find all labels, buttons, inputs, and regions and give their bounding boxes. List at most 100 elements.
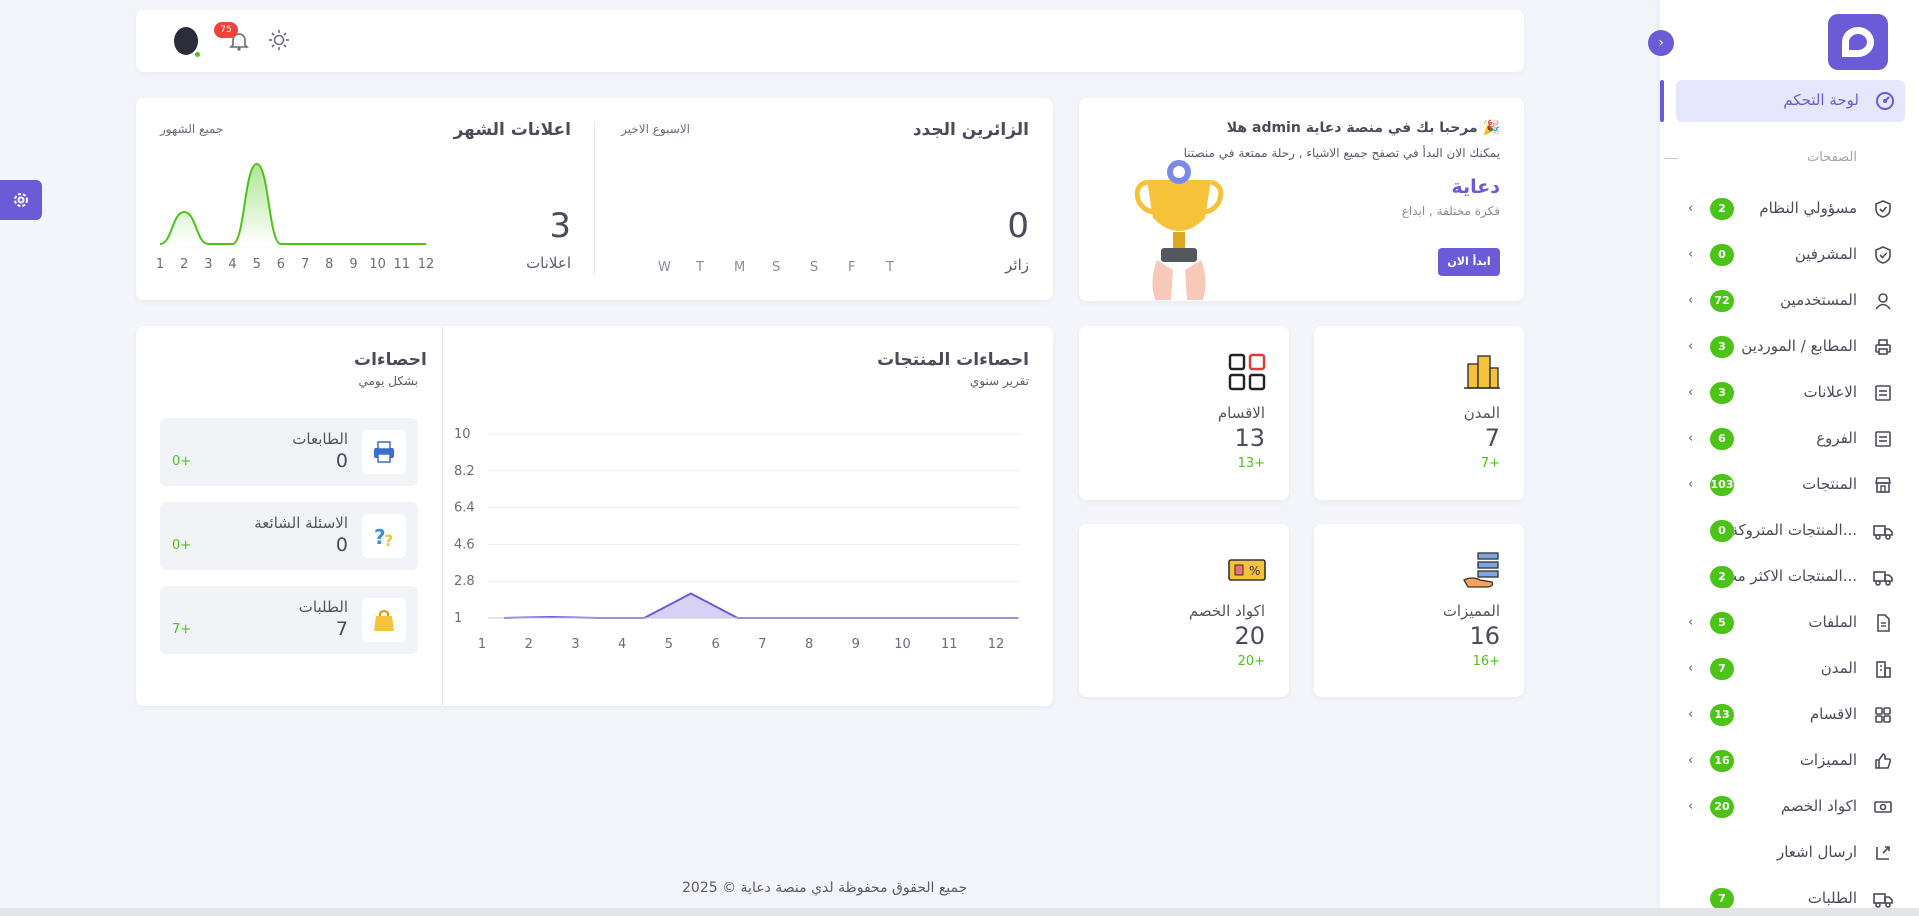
x-tick-label: 11	[394, 257, 411, 272]
sidebar-collapse-button[interactable]: ›	[1648, 30, 1674, 56]
start-now-button[interactable]: ابدأ الان	[1438, 248, 1500, 276]
sidebar-item-label: المنتجات الاكثر مب...	[1722, 567, 1857, 585]
x-tick-label: 6	[711, 637, 719, 652]
visitors-unit: زائر	[1005, 256, 1029, 274]
monthly-ads-title: اعلانات الشهر	[453, 120, 571, 140]
chevron-left-icon: ‹	[1688, 799, 1694, 814]
sidebar-item[interactable]: المنتجات المتروكة... 0	[1660, 515, 1919, 547]
sidebar-item-label: المنتجات المتروكة...	[1730, 521, 1857, 539]
daily-stat-label: الطابعات	[292, 430, 348, 448]
stat-label: الاقسام	[1217, 404, 1265, 422]
dashboard-icon	[1876, 92, 1894, 110]
sidebar-item[interactable]: ارسال اشعار	[1660, 837, 1919, 869]
x-tick-label: 3	[204, 257, 212, 272]
sidebar-item[interactable]: الملفات 5 ‹	[1660, 607, 1919, 639]
printer-icon	[1875, 339, 1891, 355]
store-icon	[1875, 477, 1891, 493]
sidebar-item[interactable]: الاقسام 13 ‹	[1660, 699, 1919, 731]
stat-delta: 7+	[1480, 456, 1500, 471]
thumbs-up-icon	[1875, 753, 1892, 769]
y-tick-label: 10	[454, 427, 471, 442]
weekday-label: M	[734, 260, 746, 275]
sidebar-item[interactable]: المشرفين 0 ‹	[1660, 239, 1919, 271]
settings-button[interactable]	[0, 180, 42, 220]
card-divider	[594, 122, 595, 274]
y-tick-label: 6.4	[454, 501, 475, 516]
sidebar-item[interactable]: مسؤولي النظام 2 ‹	[1660, 193, 1919, 225]
count-badge: 0	[1710, 520, 1734, 542]
count-badge: 6	[1710, 428, 1734, 450]
sidebar-item[interactable]: المميزات 16 ‹	[1660, 745, 1919, 777]
sidebar-item[interactable]: المنتجات 103 ‹	[1660, 469, 1919, 501]
sidebar-item[interactable]: الفروع 6 ‹	[1660, 423, 1919, 455]
visitors-title: الزائرين الجدد	[912, 120, 1029, 140]
x-tick-label: 4	[618, 637, 626, 652]
count-badge: 103	[1710, 474, 1734, 496]
daily-stat-row: الطلبات 7 7+	[160, 586, 418, 654]
series-line	[503, 592, 1018, 619]
daily-stat-label: الاسئلة الشائعة	[254, 514, 348, 532]
sidebar-item[interactable]: اكواد الخصم 20 ‹	[1660, 791, 1919, 823]
count-badge: 20	[1710, 796, 1734, 818]
stat-card: المميزات 16 16+	[1314, 524, 1524, 697]
x-tick-label: 3	[571, 637, 579, 652]
sun-icon[interactable]	[268, 29, 290, 51]
grid-icon	[1875, 707, 1891, 723]
sidebar-item[interactable]: المطابع / الموردين 3 ‹	[1660, 331, 1919, 363]
series-line	[159, 162, 426, 245]
icon-tile	[362, 598, 406, 642]
stat-value: 16	[1469, 622, 1500, 650]
monthly-ads-period: جميع الشهور	[160, 122, 224, 136]
welcome-card: هلا admin مرحبا بك في منصة دعاية 🎉 يمكنك…	[1079, 98, 1524, 301]
sidebar-item[interactable]: المنتجات الاكثر مب... 2	[1660, 561, 1919, 593]
x-tick-label: 8	[805, 637, 813, 652]
stat-card: % اكواد الخصم 20 20+	[1079, 524, 1289, 697]
printer-icon	[374, 441, 394, 463]
x-tick-label: 4	[228, 257, 236, 272]
file-icon	[1877, 614, 1890, 632]
x-tick-label: 9	[852, 637, 860, 652]
sidebar-item-label: المنتجات	[1802, 475, 1857, 493]
x-tick-label: 6	[277, 257, 285, 272]
daily-stats-title: احصاءات	[354, 350, 427, 370]
x-tick-label: 9	[349, 257, 357, 272]
bottom-scrollbar[interactable]	[0, 908, 1919, 916]
sidebar-item[interactable]: المستخدمين 72 ‹	[1660, 285, 1919, 317]
sidebar-item-label: الاعلانات	[1803, 383, 1858, 401]
notification-badge: 75	[214, 22, 238, 38]
monthly-ads-value: 3	[549, 206, 571, 246]
count-badge: 7	[1710, 658, 1734, 680]
sidebar-item-label: الاقسام	[1809, 705, 1857, 723]
online-status-dot	[193, 50, 202, 59]
ticket-icon	[1874, 801, 1892, 813]
svg-text:?: ?	[384, 531, 393, 550]
chevron-left-icon: ‹	[1688, 201, 1694, 216]
stat-label: المميزات	[1442, 602, 1500, 620]
x-tick-label: 12	[988, 637, 1005, 652]
stat-value: 20	[1234, 622, 1265, 650]
sidebar-item-label: مسؤولي النظام	[1759, 199, 1857, 217]
count-badge: 7	[1710, 888, 1734, 910]
building-icon	[1876, 661, 1891, 678]
sidebar-item[interactable]: الاعلانات 3 ‹	[1660, 377, 1919, 409]
sidebar-item[interactable]: المدن 7 ‹	[1660, 653, 1919, 685]
product-stats-chart: 12.84.66.48.2101 2 3 4 5 6 7 8 9 10 11 12	[454, 427, 1020, 652]
send-icon	[1876, 846, 1890, 860]
x-tick-label: 12	[418, 257, 435, 272]
x-tick-label: 7	[301, 257, 309, 272]
stat-delta: 20+	[1237, 654, 1265, 669]
sidebar-item-label: المميزات	[1799, 751, 1857, 769]
sidebar-item-label: المستخدمين	[1780, 291, 1857, 309]
count-badge: 2	[1710, 198, 1734, 220]
bag-icon	[374, 610, 394, 631]
welcome-greeting: هلا admin مرحبا بك في منصة دعاية 🎉	[1226, 120, 1500, 136]
monthly-ads-unit: اعلانات	[526, 254, 571, 272]
sidebar-item-label: المشرفين	[1794, 245, 1857, 263]
icon-tile: ??	[362, 514, 406, 558]
stat-delta: 13+	[1237, 456, 1265, 471]
logo[interactable]	[1828, 14, 1888, 70]
gear-icon	[14, 193, 28, 207]
user-icon	[1875, 293, 1891, 310]
trophy-illustration	[1134, 160, 1224, 300]
sidebar-item-dashboard[interactable]: لوحة التحكم	[1676, 80, 1905, 122]
